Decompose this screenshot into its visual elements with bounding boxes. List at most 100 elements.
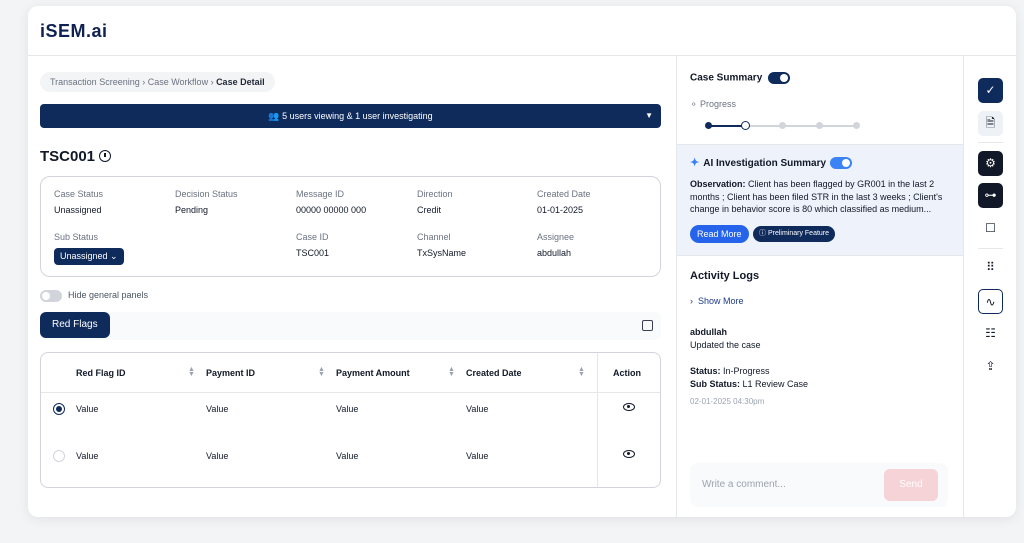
red-flags-tab[interactable]: Red Flags [40, 312, 110, 338]
step-line [709, 125, 745, 127]
share-icon[interactable]: ⇪ [978, 354, 1003, 379]
step-dot [853, 122, 860, 129]
sort-icon[interactable]: ▲ ▼ [448, 366, 455, 378]
settings-nodes-icon[interactable]: ⚙ [978, 151, 1003, 176]
field-case-id: Case ID TSC001 [296, 232, 329, 258]
column-header[interactable]: Red Flag ID [76, 353, 126, 393]
comment-icon[interactable]: ☐ [978, 216, 1003, 241]
breadcrumb: Transaction Screening › Case Workflow › … [40, 72, 275, 92]
case-summary-header: Case Summary [690, 72, 791, 85]
report-icon[interactable]: ☷ [978, 321, 1003, 346]
activity-icon[interactable]: ∿ [978, 289, 1003, 314]
cell-created-date: Value [466, 451, 489, 461]
cell-red-flag-id: Value [76, 404, 99, 414]
case-info-card: Case Status Unassigned Decision Status P… [40, 176, 661, 277]
preliminary-label: Preliminary Feature [767, 230, 830, 237]
sparkle-icon: ✦ [690, 157, 700, 169]
ai-summary-toggle[interactable] [830, 157, 853, 170]
breadcrumb-current: Case Detail [216, 77, 265, 87]
field-sub-status: Sub Status Unassigned ⌄ [54, 232, 124, 265]
progress-stepper [705, 121, 865, 131]
show-more-label: Show More [698, 296, 744, 306]
log-sub-status: Sub Status: L1 Review Case [690, 379, 808, 389]
send-button[interactable]: Send [884, 469, 938, 501]
sub-status-dropdown[interactable]: Unassigned ⌄ [54, 248, 124, 265]
column-header[interactable]: Created Date [466, 353, 522, 393]
field-label: Decision Status [175, 189, 238, 199]
breadcrumb-path[interactable]: Transaction Screening › Case Workflow › [50, 77, 216, 87]
field-value: 00000 00000 000 [296, 205, 367, 215]
step-dot [816, 122, 823, 129]
info-icon: ⓘ [759, 230, 768, 237]
logo: iSEM.ai [40, 21, 108, 41]
cell-payment-id: Value [206, 404, 229, 414]
log-sub-status-label: Sub Status: [690, 379, 741, 389]
cell-payment-id: Value [206, 451, 229, 461]
column-header[interactable]: Payment ID [206, 353, 255, 393]
right-rail: ✓ 🗎 ⚙ ⊶ ☐ ⠿ ∿ ☷ ⇪ [963, 56, 1016, 517]
ai-summary-title: AI Investigation Summary [703, 158, 827, 169]
case-detail-panel: Transaction Screening › Case Workflow › … [28, 56, 676, 517]
case-summary-toggle[interactable] [768, 72, 791, 84]
field-label: Assignee [537, 232, 575, 242]
check-icon[interactable]: ✓ [978, 78, 1003, 103]
timer-icon[interactable] [99, 150, 112, 162]
red-flags-table: Red Flag ID ▲ ▼ Payment ID ▲ ▼ Payment Amo… [40, 352, 661, 488]
field-value: abdullah [537, 248, 572, 258]
observation-label: Observation: [690, 179, 746, 189]
divider [978, 142, 1003, 143]
cell-payment-amount: Value [336, 451, 359, 461]
hide-panels-label: Hide general panels [68, 290, 149, 300]
table-row[interactable]: Value Value Value Value [41, 393, 660, 439]
chevron-right-icon: › [690, 296, 698, 306]
step-dot-complete [705, 122, 712, 129]
row-radio[interactable] [53, 403, 65, 415]
grid-icon[interactable]: ⠿ [978, 255, 1003, 280]
progress-icon: ⚬ [690, 99, 701, 109]
field-label: Channel [417, 232, 451, 242]
sort-icon[interactable]: ▲ ▼ [318, 366, 325, 378]
cell-payment-amount: Value [336, 404, 359, 414]
read-more-button[interactable]: Read More [690, 225, 749, 243]
hierarchy-icon[interactable]: ⊶ [978, 183, 1003, 208]
hide-panels-toggle[interactable] [40, 289, 62, 302]
observation-text: Observation: Client has been flagged by … [690, 178, 954, 216]
comment-input[interactable]: Write a comment... [702, 463, 786, 507]
cell-red-flag-id: Value [76, 451, 99, 461]
log-action: Updated the case [690, 340, 761, 350]
field-message-id: Message ID 00000 00000 000 [296, 189, 366, 215]
row-radio[interactable] [53, 450, 65, 462]
progress-label: ⚬ Progress [690, 99, 736, 110]
table-row[interactable]: Value Value Value Value [41, 440, 660, 486]
field-value: 01-01-2025 [537, 205, 584, 215]
view-icon[interactable] [623, 450, 635, 458]
hide-panels-row: Hide general panels [40, 288, 148, 302]
field-value: Credit [417, 205, 442, 215]
field-assignee: Assignee abdullah [537, 232, 574, 258]
table-header: Red Flag ID ▲ ▼ Payment ID ▲ ▼ Payment Amo… [41, 353, 660, 393]
comment-box: Write a comment... Send [690, 463, 948, 507]
document-lock-icon[interactable]: 🗎 [978, 111, 1003, 136]
expand-icon[interactable] [642, 320, 653, 331]
chevron-down-icon[interactable]: ▼ [645, 104, 653, 128]
case-summary-panel: Case Summary ⚬ Progress ✦ AI Investigatio… [676, 56, 964, 517]
log-user: abdullah [690, 327, 728, 337]
case-summary-title: Case Summary [690, 72, 763, 84]
field-channel: Channel TxSysName [417, 232, 466, 258]
show-more-link[interactable]: › Show More [690, 296, 744, 306]
log-status: Status: In-Progress [690, 366, 770, 376]
sort-icon[interactable]: ▲ ▼ [188, 366, 195, 378]
column-header: Action [613, 368, 641, 378]
sort-icon[interactable]: ▲ ▼ [578, 366, 585, 378]
field-label: Case Status [54, 189, 104, 199]
top-bar: iSEM.ai [28, 6, 1016, 56]
ai-summary-box: ✦ AI Investigation Summary Observation: C… [677, 144, 964, 256]
divider [978, 248, 1003, 249]
users-icon: 👥 [268, 111, 283, 121]
view-icon[interactable] [623, 403, 635, 411]
field-label: Case ID [296, 232, 329, 242]
progress-label-text: Progress [700, 99, 737, 109]
viewers-banner[interactable]: 👥 5 users viewing & 1 user investigating… [40, 104, 661, 128]
column-header[interactable]: Payment Amount [336, 353, 410, 393]
field-direction: Direction Credit [417, 189, 453, 215]
